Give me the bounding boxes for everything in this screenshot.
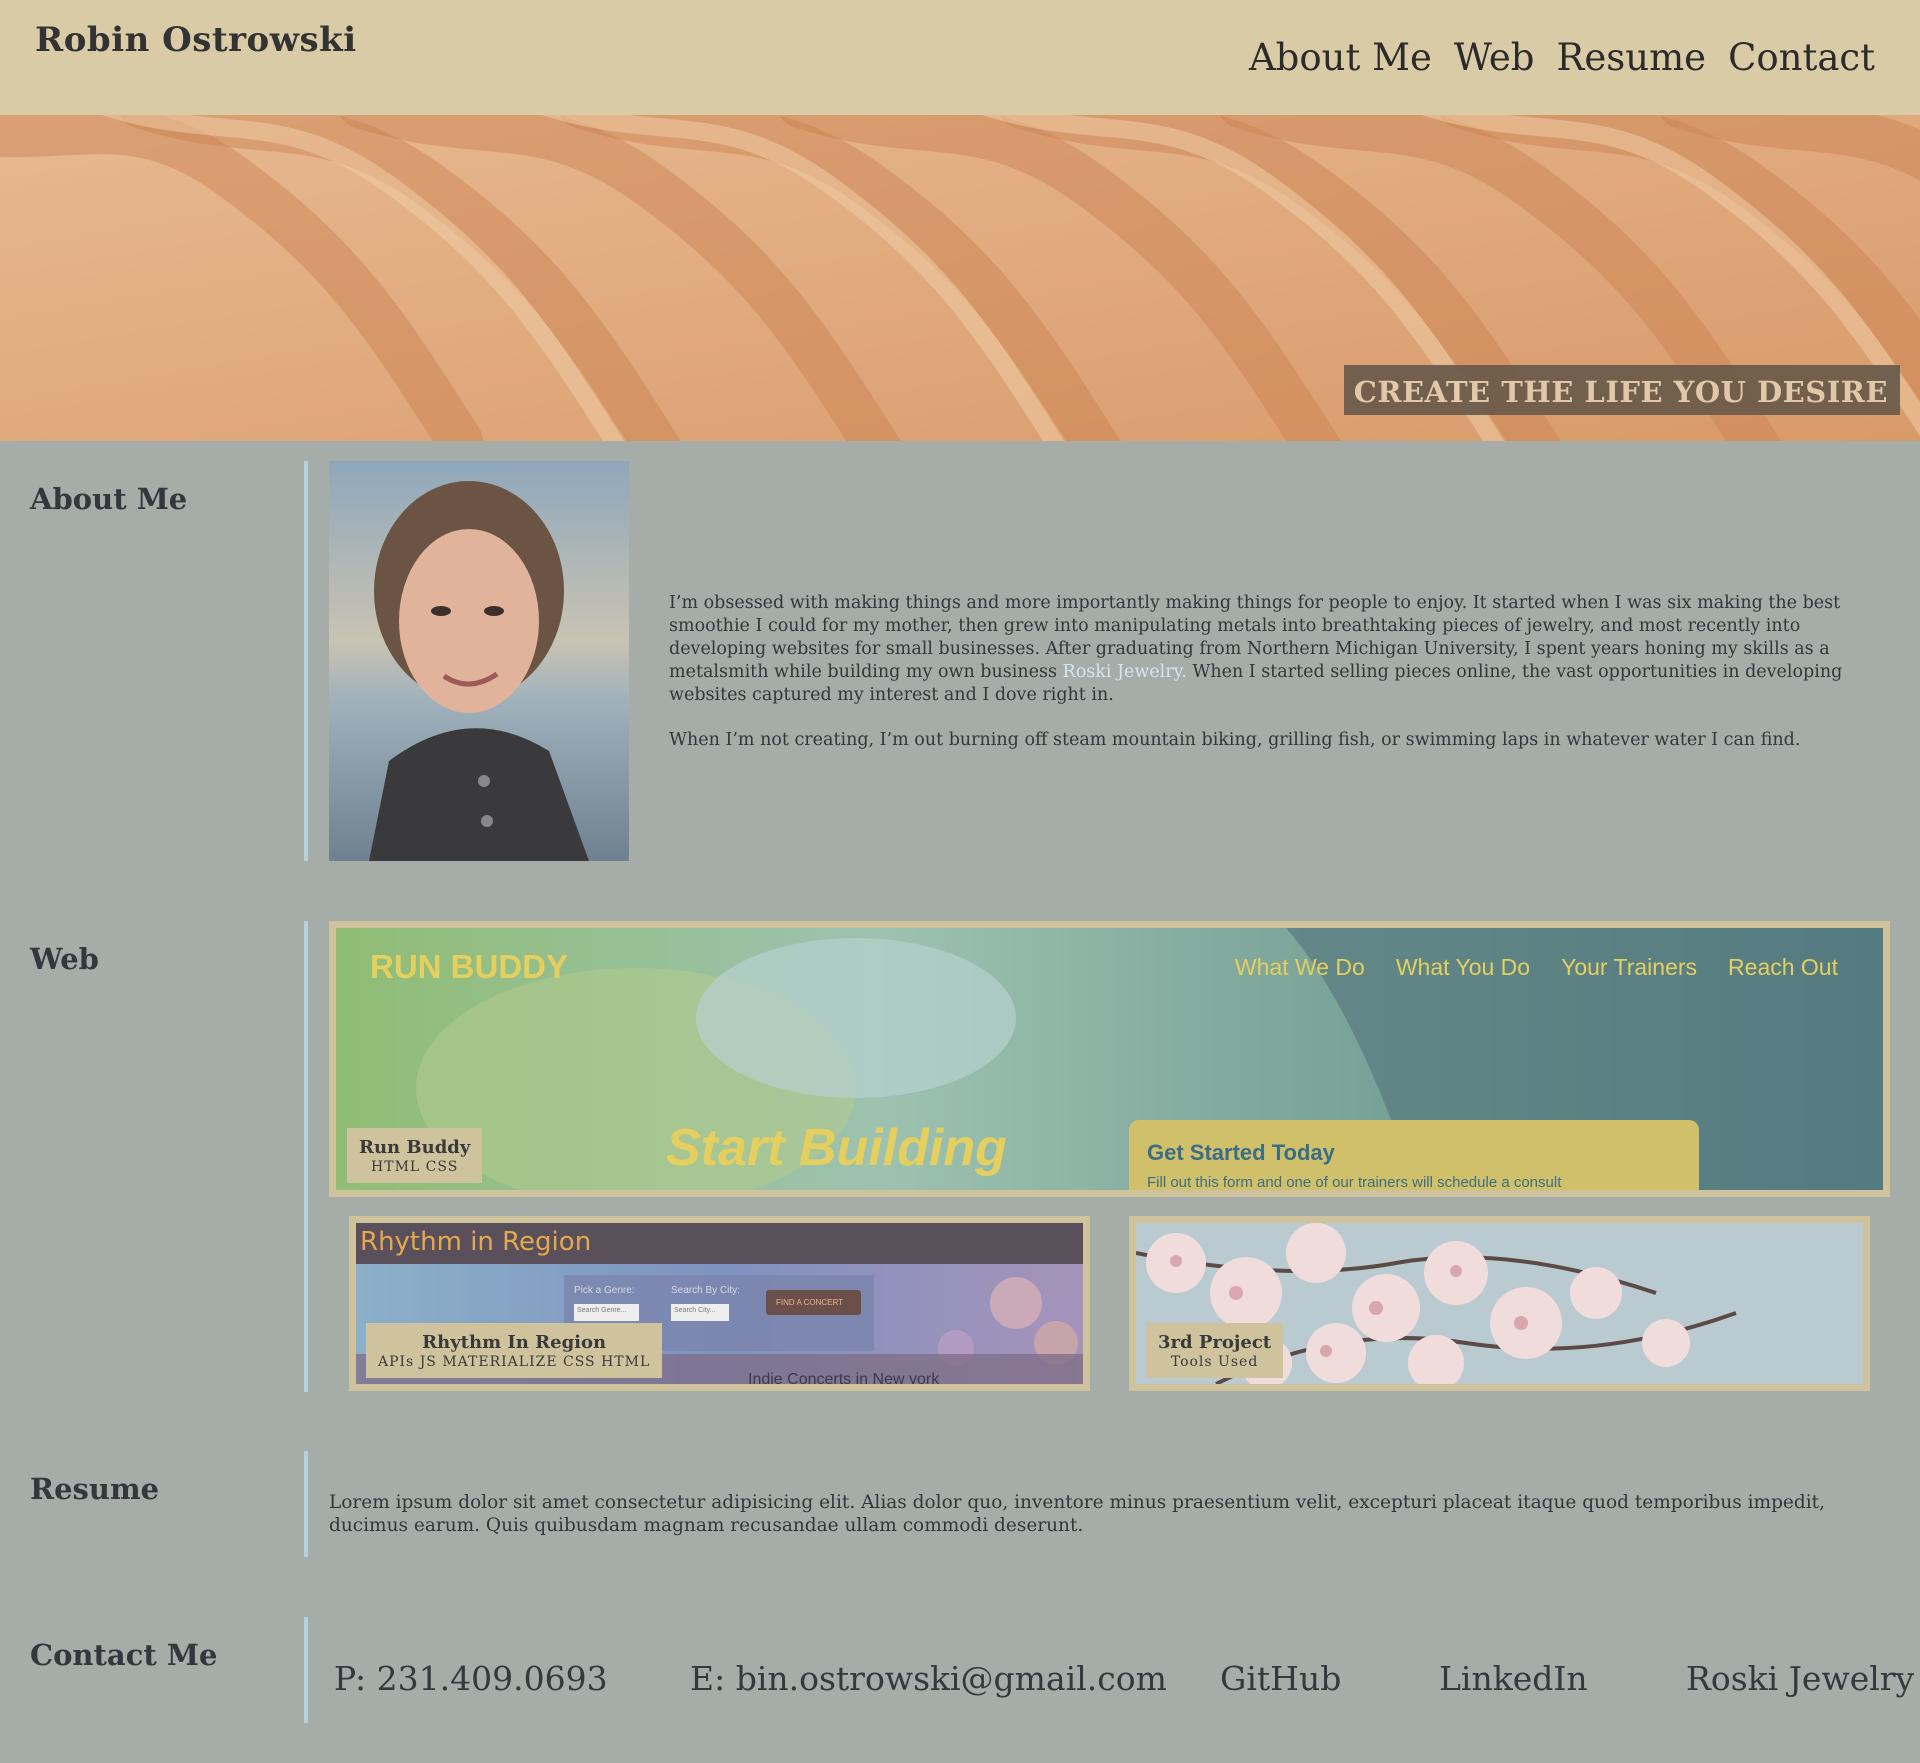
about-bio: I’m obsessed with making things and more… [669, 592, 1849, 774]
contact-heading: Contact Me [30, 1638, 218, 1672]
run-buddy-card-title: Get Started Today [1147, 1140, 1335, 1165]
run-buddy-nav-item: Reach Out [1728, 954, 1838, 980]
bio-paragraph-1: I’m obsessed with making things and more… [669, 592, 1849, 707]
city-label: Search By City: [671, 1285, 740, 1296]
main-nav: About Me Web Resume Contact [1249, 36, 1875, 79]
hero-tagline: CREATE THE LIFE YOU DESIRE [1343, 365, 1900, 415]
project-label: Rhythm In Region APIs JS MATERIALIZE CSS… [366, 1323, 663, 1378]
project-label: Run Buddy HTML CSS [347, 1128, 483, 1183]
run-buddy-nav: What We Do What You Do Your Trainers Rea… [1235, 954, 1838, 981]
project-card-3rd-project[interactable]: 3rd Project Tools Used [1129, 1216, 1870, 1391]
run-buddy-nav-item: Your Trainers [1561, 954, 1698, 980]
resume-heading: Resume [30, 1472, 160, 1506]
section-divider-bar [304, 921, 308, 1392]
about-heading: About Me [30, 482, 188, 516]
run-buddy-nav-item: What You Do [1395, 954, 1531, 980]
contact-phone[interactable]: P: 231.409.0693 [334, 1659, 608, 1698]
nav-resume[interactable]: Resume [1557, 36, 1707, 79]
project-card-run-buddy[interactable]: RUN BUDDY What We Do What You Do Your Tr… [329, 921, 1890, 1197]
project-label: 3rd Project Tools Used [1146, 1323, 1284, 1378]
section-divider-bar [304, 1451, 308, 1557]
project-title[interactable]: 3rd Project [1158, 1332, 1271, 1353]
run-buddy-nav-item: What We Do [1234, 954, 1365, 980]
contact-email[interactable]: E: bin.ostrowski@gmail.com [690, 1659, 1167, 1698]
project-title[interactable]: Rhythm In Region [378, 1332, 650, 1353]
bio-paragraph-2: When I’m not creating, I’m out burning o… [669, 730, 1801, 750]
genre-label: Pick a Genre: [574, 1285, 635, 1296]
find-concert-button: FIND A CONCERT [776, 1298, 843, 1307]
section-divider-bar [304, 1617, 308, 1723]
nav-web[interactable]: Web [1454, 36, 1535, 79]
profile-photo [329, 461, 629, 861]
genre-placeholder: Search Genre... [577, 1307, 627, 1314]
project-card-rhythm-in-region[interactable]: Rhythm in Region Pick a Genre: Search Ge… [349, 1216, 1090, 1391]
roski-jewelry-link[interactable]: Roski Jewelry. [1063, 662, 1187, 682]
nav-about[interactable]: About Me [1249, 36, 1432, 79]
rhythm-footer-text: Indie Concerts in New york [748, 1371, 940, 1388]
project-tools: APIs JS MATERIALIZE CSS HTML [378, 1354, 651, 1370]
section-divider-bar [304, 461, 308, 861]
run-buddy-card-text: Fill out this form and one of our traine… [1147, 1174, 1562, 1191]
run-buddy-screenshot: RUN BUDDY What We Do What You Do Your Tr… [336, 928, 1883, 1190]
hero-banner: CREATE THE LIFE YOU DESIRE [0, 115, 1920, 441]
run-buddy-headline: Start Building [666, 1119, 1007, 1177]
linkedin-link[interactable]: LinkedIn [1439, 1659, 1588, 1698]
project-tools: Tools Used [1170, 1354, 1259, 1370]
web-heading: Web [30, 942, 99, 976]
site-header: Robin Ostrowski About Me Web Resume Cont… [0, 0, 1920, 115]
project-tools: HTML CSS [371, 1159, 459, 1175]
resume-text: Lorem ipsum dolor sit amet consectetur a… [329, 1492, 1825, 1536]
nav-contact[interactable]: Contact [1728, 36, 1875, 79]
city-placeholder: Search City... [674, 1307, 716, 1314]
github-link[interactable]: GitHub [1220, 1659, 1341, 1698]
project-title[interactable]: Run Buddy [359, 1137, 470, 1158]
roski-jewelry-contact-link[interactable]: Roski Jewelry [1686, 1659, 1914, 1698]
rhythm-title: Rhythm in Region [360, 1227, 592, 1257]
site-name[interactable]: Robin Ostrowski [35, 20, 357, 60]
run-buddy-logo: RUN BUDDY [370, 948, 568, 985]
